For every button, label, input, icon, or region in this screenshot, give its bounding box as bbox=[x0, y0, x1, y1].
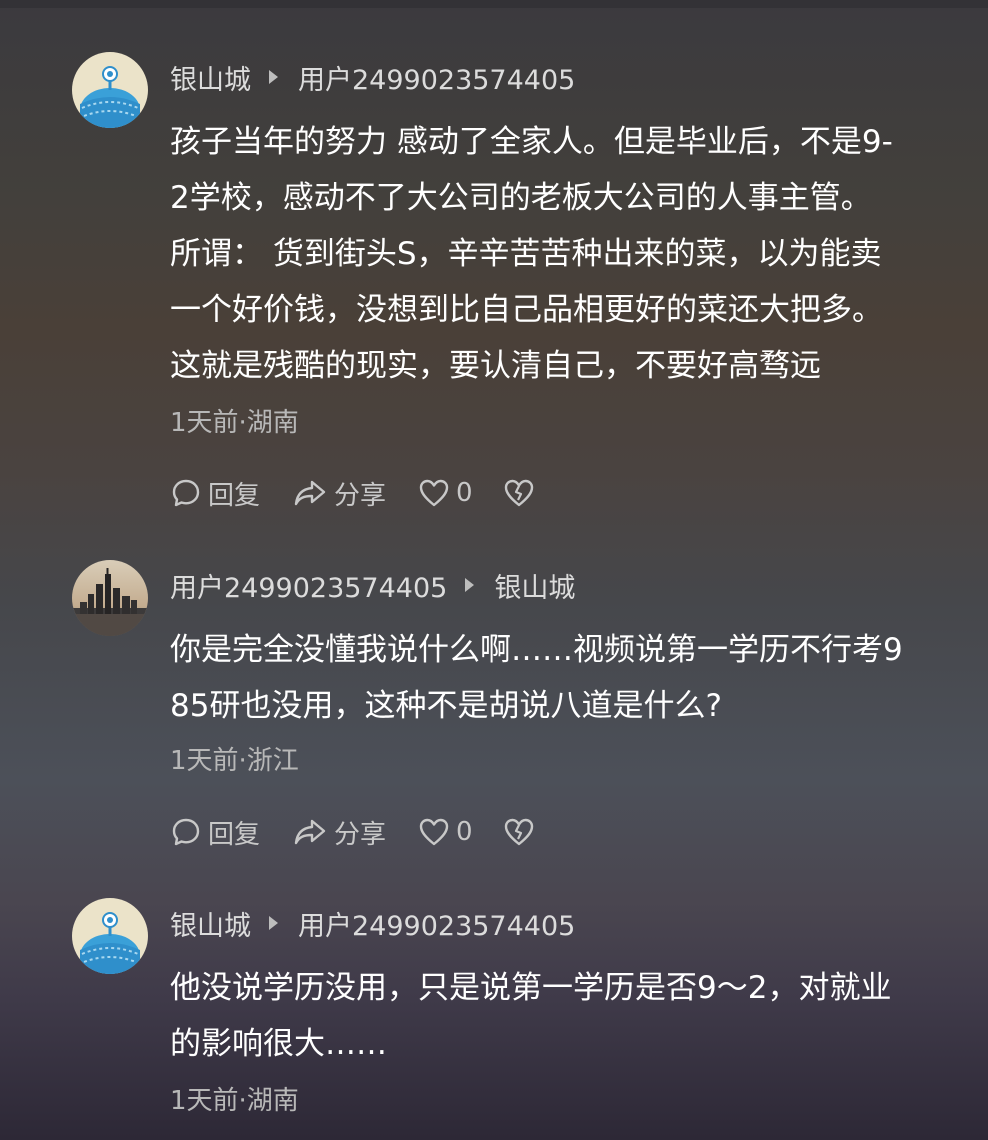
comment-line: 他没说学历没用，只是说第一学历是否9～2，对就业 bbox=[170, 970, 892, 1006]
dislike-button[interactable] bbox=[503, 478, 541, 508]
reply-button[interactable]: 回复 bbox=[170, 475, 260, 512]
reply-to-name[interactable]: 用户2499023574405 bbox=[298, 904, 575, 943]
comment-line: 孩子当年的努力 感动了全家人。但是毕业后，不是9- bbox=[170, 124, 893, 160]
cartoon-alien-avatar-icon bbox=[72, 898, 148, 974]
comment-actions: 回复 分享 0 bbox=[170, 812, 573, 852]
like-button[interactable]: 0 bbox=[418, 478, 473, 508]
comment-text: 他没说学历没用，只是说第一学历是否9～2，对就业 的影响很大…… bbox=[170, 960, 970, 1072]
heart-icon bbox=[419, 479, 449, 507]
like-count: 0 bbox=[456, 817, 473, 847]
comment-line: 你是完全没懂我说什么啊……视频说第一学历不行考9 bbox=[170, 632, 903, 668]
comment-line: 的影响很大…… bbox=[170, 1026, 387, 1062]
avatar[interactable] bbox=[72, 898, 148, 974]
comment-actions: 回复 分享 0 bbox=[170, 473, 573, 513]
share-label: 分享 bbox=[334, 819, 387, 850]
share-button[interactable]: 分享 bbox=[292, 814, 386, 851]
reply-to-name[interactable]: 银山城 bbox=[494, 566, 575, 605]
reply-arrow-icon bbox=[269, 916, 278, 930]
reply-label: 回复 bbox=[208, 480, 261, 511]
comment-header: 用户2499023574405 银山城 bbox=[170, 565, 575, 605]
like-button[interactable]: 0 bbox=[418, 817, 473, 847]
reply-bubble-icon bbox=[172, 479, 200, 507]
city-skyline-avatar-icon bbox=[72, 560, 148, 636]
dislike-button[interactable] bbox=[503, 817, 541, 847]
cartoon-alien-avatar-icon bbox=[72, 52, 148, 128]
heart-icon bbox=[419, 818, 449, 846]
comment-header: 银山城 用户2499023574405 bbox=[170, 57, 575, 97]
comment-line: 85研也没用，这种不是胡说八道是什么? bbox=[170, 688, 722, 724]
comment-line: 所谓： 货到街头S，辛辛苦苦种出来的菜，以为能卖 bbox=[170, 236, 882, 272]
share-button[interactable]: 分享 bbox=[292, 475, 386, 512]
reply-button[interactable]: 回复 bbox=[170, 814, 260, 851]
comment-header: 银山城 用户2499023574405 bbox=[170, 903, 575, 943]
author-name[interactable]: 银山城 bbox=[170, 58, 251, 97]
share-arrow-icon bbox=[294, 819, 326, 845]
reply-arrow-icon bbox=[465, 578, 475, 592]
share-arrow-icon bbox=[294, 480, 326, 506]
comment-line: 这就是残酷的现实，要认清自己，不要好高骛远 bbox=[170, 348, 821, 384]
broken-heart-icon bbox=[504, 818, 533, 846]
comment-meta: 1天前·浙江 bbox=[170, 746, 299, 776]
author-name[interactable]: 银山城 bbox=[170, 904, 251, 943]
comment-text: 孩子当年的努力 感动了全家人。但是毕业后，不是9- 2学校，感动不了大公司的老板… bbox=[170, 114, 970, 394]
comment-meta: 1天前·湖南 bbox=[170, 1086, 299, 1116]
comment-text: 你是完全没懂我说什么啊……视频说第一学历不行考9 85研也没用，这种不是胡说八道… bbox=[170, 622, 970, 734]
avatar[interactable] bbox=[72, 560, 148, 636]
author-name[interactable]: 用户2499023574405 bbox=[170, 566, 447, 605]
like-count: 0 bbox=[456, 478, 473, 508]
top-edge bbox=[0, 0, 988, 8]
share-label: 分享 bbox=[334, 480, 387, 511]
broken-heart-icon bbox=[504, 479, 533, 507]
comment-line: 一个好价钱，没想到比自己品相更好的菜还大把多。 bbox=[170, 292, 883, 328]
avatar[interactable] bbox=[72, 52, 148, 128]
comment-line: 2学校，感动不了大公司的老板大公司的人事主管。 bbox=[170, 180, 872, 216]
reply-to-name[interactable]: 用户2499023574405 bbox=[298, 58, 575, 97]
comment-meta: 1天前·湖南 bbox=[170, 408, 299, 438]
reply-bubble-icon bbox=[172, 818, 200, 846]
reply-label: 回复 bbox=[208, 819, 261, 850]
reply-arrow-icon bbox=[269, 70, 278, 84]
